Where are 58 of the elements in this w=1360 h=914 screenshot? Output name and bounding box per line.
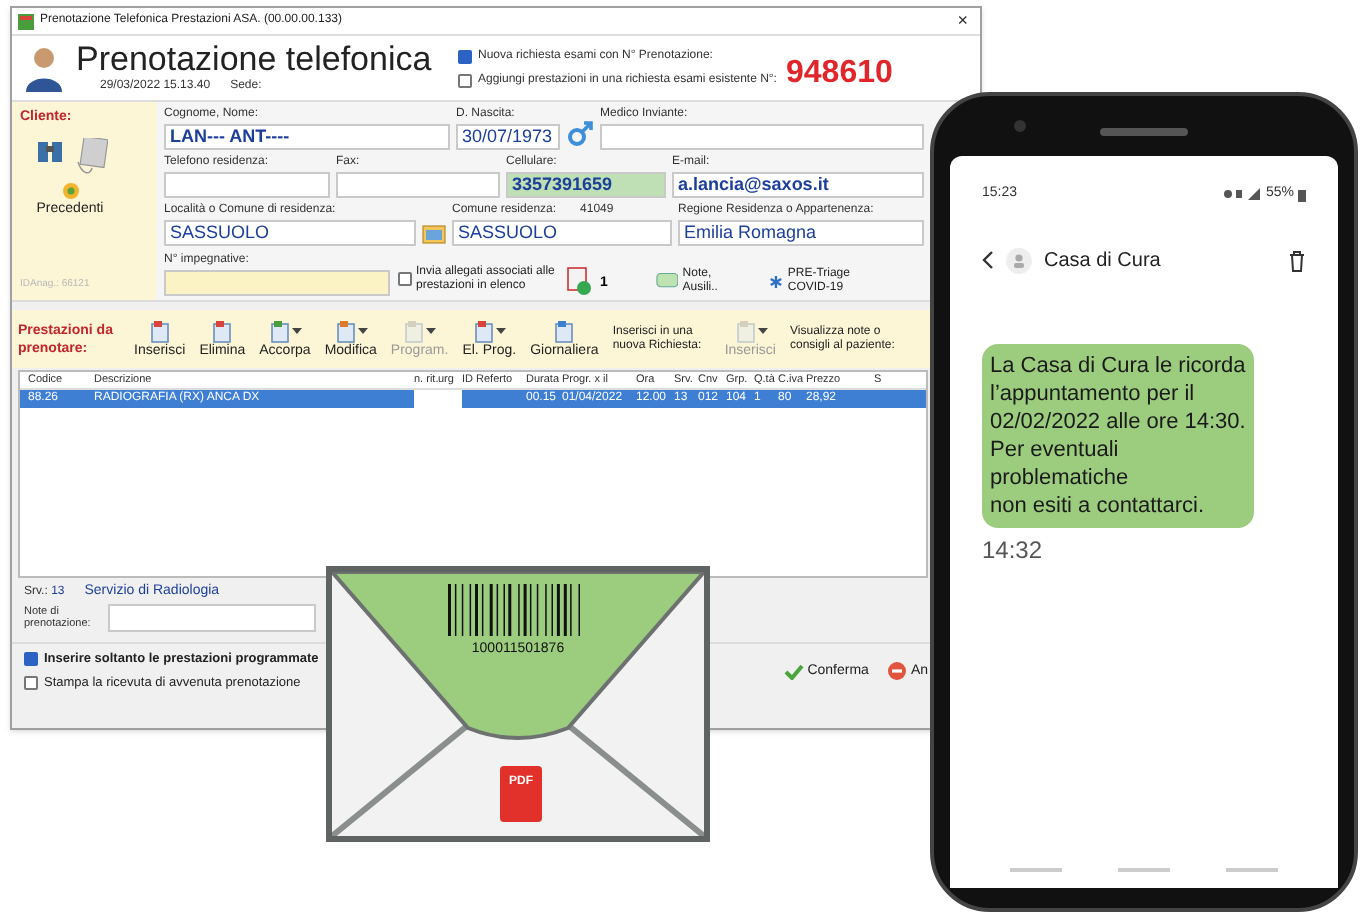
input-field[interactable] [600, 124, 924, 150]
contact-name: Casa di Cura [1044, 247, 1163, 275]
page-title: Prenotazione telefonica [76, 41, 434, 77]
input-field[interactable]: a.lancia@saxos.it [672, 172, 924, 198]
person-icon [24, 44, 64, 92]
input-field[interactable]: SASSUOLO [164, 220, 416, 246]
nav-bar-line [1118, 868, 1170, 872]
input-field[interactable]: 30/07/1973 [456, 124, 560, 150]
trash-icon[interactable] [1288, 249, 1306, 271]
back-icon[interactable] [982, 250, 994, 270]
notes-field[interactable] [108, 604, 316, 632]
caret-icon [357, 327, 368, 335]
speaker-grille [1100, 128, 1188, 136]
app-icon [18, 13, 34, 29]
input-field[interactable] [164, 269, 390, 295]
nav-bar-line [1010, 868, 1062, 872]
caret-icon [496, 327, 507, 335]
document-icon [147, 319, 172, 343]
flower-icon [61, 181, 79, 199]
caret-icon [291, 327, 302, 335]
checkbox[interactable] [398, 272, 412, 286]
document-icon [267, 319, 292, 343]
pdf-check-icon[interactable] [566, 265, 592, 295]
card-icon[interactable] [76, 137, 108, 177]
close-button[interactable]: × [951, 12, 974, 30]
document-icon [552, 319, 577, 343]
input-field[interactable]: Emilia Romagna [678, 220, 924, 246]
booking-number: 948610 [786, 54, 893, 94]
stop-icon [888, 662, 907, 681]
message-bubble: La Casa di Cura le ricorda l’appuntamento per il 02/02/2022 alle ore 14:30. Per eventuali problematiche non esiti a contattarci. [982, 343, 1254, 527]
male-symbol-icon [566, 120, 594, 148]
caret-icon [426, 327, 437, 335]
document-icon [210, 319, 235, 343]
checkbox[interactable] [458, 73, 472, 87]
checkbox[interactable] [24, 652, 38, 667]
document-icon [472, 319, 497, 343]
message-time: 14:32 [982, 533, 1045, 567]
caret-icon [757, 327, 768, 335]
input-field[interactable] [164, 172, 330, 198]
input-field[interactable] [336, 172, 500, 198]
camera-icon [1014, 120, 1026, 132]
document-icon [402, 319, 427, 343]
input-field[interactable]: LAN--- ANT---- [164, 124, 450, 150]
speech-bubble-icon [655, 271, 679, 291]
document-icon [333, 319, 358, 343]
checkbox[interactable] [458, 49, 472, 63]
binoculars-icon[interactable] [36, 137, 64, 163]
checkbox[interactable] [24, 676, 38, 691]
battery-icon [1298, 187, 1306, 202]
checkmark-icon [783, 663, 804, 680]
input-field[interactable]: SASSUOLO [452, 220, 672, 246]
document-icon [733, 319, 758, 343]
folder-icon[interactable] [422, 222, 446, 244]
status-icons [1221, 188, 1262, 201]
input-field[interactable]: 3357391659 [506, 172, 666, 198]
medical-star-icon [769, 271, 782, 291]
avatar-icon [1006, 247, 1032, 273]
nav-bar-line [1226, 868, 1278, 872]
